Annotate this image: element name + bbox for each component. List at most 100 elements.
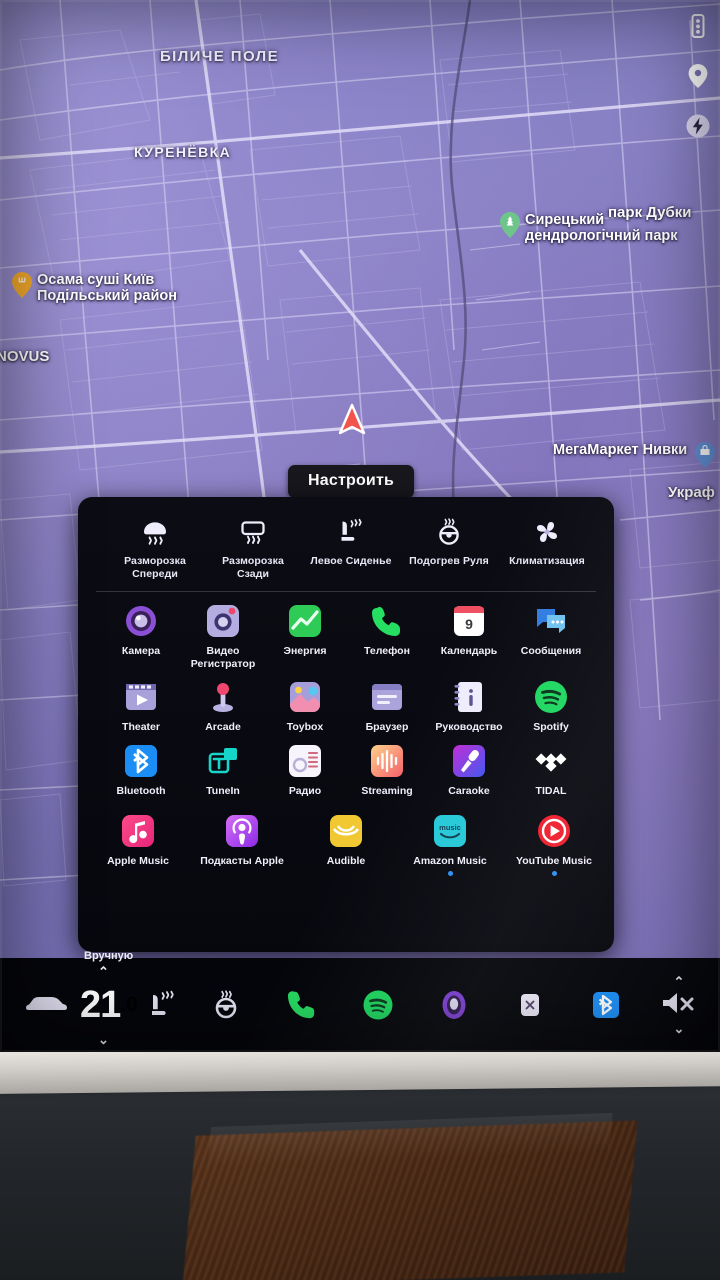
- app-label: Календарь: [440, 645, 498, 658]
- map-district-label: КУРЕНЁВКА: [134, 144, 232, 160]
- app-audible[interactable]: Audible: [302, 814, 390, 877]
- camera-status-icon[interactable]: [436, 987, 472, 1023]
- app-theater[interactable]: Theater: [102, 680, 180, 734]
- app-label: Spotify: [533, 721, 569, 734]
- map-poi-osama-sushi[interactable]: Осама суші Київ Подільський район: [12, 272, 177, 304]
- app-bluetooth[interactable]: Bluetooth: [102, 744, 180, 798]
- app-streaming[interactable]: Streaming: [348, 744, 426, 798]
- apple-music-app-icon: [121, 814, 155, 848]
- svg-text:9: 9: [465, 616, 473, 632]
- app-dashcam[interactable]: Видео Регистратор: [184, 604, 262, 670]
- climate-fan-button[interactable]: Климатизация: [504, 515, 590, 568]
- location-pin-icon: [12, 272, 32, 298]
- app-label: Apple Music: [107, 854, 169, 867]
- climate-left-seat-button[interactable]: Левое Сиденье: [308, 515, 394, 568]
- app-apple-music[interactable]: Apple Music: [94, 814, 182, 877]
- app-label: YouTube Music: [515, 854, 593, 867]
- map-label-park-dubky: парк Дубки: [608, 204, 692, 221]
- app-tidal[interactable]: TIDAL: [512, 744, 590, 798]
- close-status-icon[interactable]: [512, 987, 548, 1023]
- app-energy[interactable]: Энергия: [266, 604, 344, 670]
- app-label: Подкасты Apple: [200, 854, 284, 867]
- climate-label: Разморозка Спереди: [124, 555, 186, 581]
- app-caraoke[interactable]: Caraoke: [430, 744, 508, 798]
- calendar-app-icon: 9: [452, 604, 486, 638]
- car-icon[interactable]: [24, 991, 68, 1020]
- app-label: Руководство: [435, 721, 503, 734]
- status-bar-left: Вручную ⌃ 21 .0 ⌄: [0, 950, 180, 1047]
- app-amazon-music[interactable]: music Amazon Music: [406, 814, 494, 877]
- customize-button[interactable]: Настроить: [288, 465, 415, 498]
- app-browser[interactable]: Браузер: [348, 680, 426, 734]
- app-label: Amazon Music: [413, 854, 487, 867]
- climate-label: Левое Сиденье: [310, 555, 392, 567]
- app-messages[interactable]: Сообщения: [512, 604, 590, 670]
- app-camera[interactable]: Камера: [102, 604, 180, 670]
- app-launcher-panel: Разморозка Спереди Разморозка Сзади Лево…: [78, 497, 614, 952]
- arcade-app-icon: [206, 680, 240, 714]
- volume-down-chevron[interactable]: ⌄: [674, 1021, 685, 1037]
- traffic-light-icon[interactable]: [684, 12, 712, 40]
- climate-label: Разморозка Сзади: [222, 555, 284, 581]
- app-youtube-music[interactable]: YouTube Music: [510, 814, 598, 877]
- map-poi-megamarket[interactable]: МегаМаркет Нивки: [553, 442, 716, 468]
- location-pin-icon: [695, 442, 716, 468]
- phone-status-icon[interactable]: [284, 987, 320, 1023]
- volume-up-chevron[interactable]: ⌃: [674, 974, 685, 990]
- app-tunein[interactable]: TuneIn: [184, 744, 262, 798]
- spotify-status-icon[interactable]: [360, 987, 396, 1023]
- seat-heater-status-icon[interactable]: [144, 987, 180, 1023]
- steering-wheel-heater-icon: [434, 515, 464, 549]
- dashcam-app-icon: [206, 604, 240, 638]
- bluetooth-app-icon: [124, 744, 158, 778]
- app-label: Arcade: [205, 721, 241, 734]
- page-indicator-dot: [551, 871, 557, 877]
- climate-quick-row: Разморозка Спереди Разморозка Сзади Лево…: [78, 497, 614, 581]
- phone-app-icon: [370, 604, 404, 638]
- climate-defrost-rear-button[interactable]: Разморозка Сзади: [210, 515, 296, 581]
- volume-control[interactable]: ⌃ ⌄: [660, 974, 698, 1037]
- app-label: Видео Регистратор: [190, 645, 256, 670]
- app-radio[interactable]: Радио: [266, 744, 344, 798]
- bluetooth-status-icon[interactable]: [588, 987, 624, 1023]
- app-label: Streaming: [361, 785, 413, 798]
- charging-bolt-icon[interactable]: [684, 112, 712, 140]
- messages-app-icon: [534, 604, 568, 638]
- toybox-app-icon: [288, 680, 322, 714]
- defrost-rear-icon: [238, 515, 268, 549]
- app-label: Audible: [326, 854, 366, 867]
- location-pin-icon[interactable]: [684, 62, 712, 90]
- app-label: Caraoke: [448, 785, 490, 798]
- temperature-value: 21: [80, 984, 121, 1026]
- volume-muted-icon[interactable]: [660, 990, 698, 1021]
- caraoke-app-icon: [452, 744, 486, 778]
- audible-app-icon: [329, 814, 363, 848]
- app-calendar[interactable]: 9 Календарь: [430, 604, 508, 670]
- temp-up-chevron[interactable]: ⌃: [98, 964, 109, 980]
- app-label: TuneIn: [206, 785, 240, 798]
- app-arcade[interactable]: Arcade: [184, 680, 262, 734]
- app-toybox[interactable]: Toybox: [266, 680, 344, 734]
- climate-label: Климатизация: [509, 555, 585, 567]
- radio-app-icon: [288, 744, 322, 778]
- temperature-control[interactable]: Вручную ⌃ 21 .0 ⌄: [80, 950, 138, 1047]
- steering-wheel-heater-status-icon[interactable]: [208, 987, 244, 1023]
- app-label: Камера: [121, 645, 161, 658]
- app-phone[interactable]: Телефон: [348, 604, 426, 670]
- temp-down-chevron[interactable]: ⌄: [98, 1032, 109, 1048]
- climate-defrost-front-button[interactable]: Разморозка Спереди: [112, 515, 198, 581]
- app-label: Браузер: [365, 721, 409, 734]
- theater-app-icon: [124, 680, 158, 714]
- app-spotify[interactable]: Spotify: [512, 680, 590, 734]
- map-district-label: БІЛИЧЕ ПОЛЕ: [160, 48, 279, 65]
- climate-steering-heater-button[interactable]: Подогрев Руля: [406, 515, 492, 568]
- climate-mode-label: Вручную: [84, 950, 134, 962]
- streaming-app-icon: [370, 744, 404, 778]
- app-apple-podcasts[interactable]: Подкасты Apple: [198, 814, 286, 877]
- manual-app-icon: [452, 680, 486, 714]
- page-indicator-dot: [447, 871, 453, 877]
- app-manual[interactable]: Руководство: [430, 680, 508, 734]
- map-label-ukraf: Украф: [668, 484, 715, 501]
- app-label: Сообщения: [520, 645, 582, 658]
- spotify-app-icon: [534, 680, 568, 714]
